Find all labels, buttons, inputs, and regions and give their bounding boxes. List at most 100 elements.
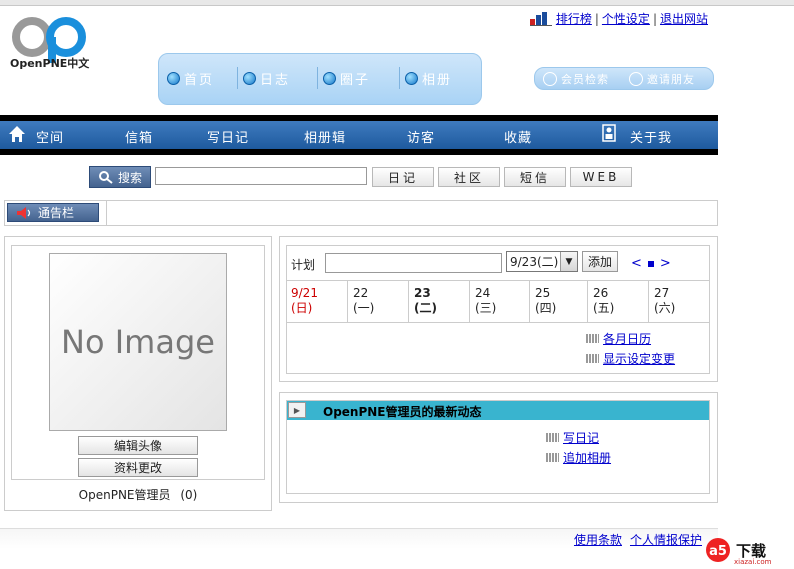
search-icon: [98, 171, 113, 184]
nav-diary-label: 日志: [260, 73, 291, 88]
top-links: 排行榜 | 个性设定 | 退出网站: [529, 10, 708, 27]
bullet-icon: [586, 334, 599, 343]
link-separator: |: [594, 11, 599, 26]
nav-diary[interactable]: 日志: [243, 69, 290, 88]
link-separator: |: [652, 11, 657, 26]
search-button[interactable]: 搜索: [89, 166, 151, 188]
day-weekday: (二): [414, 301, 437, 315]
menu-about[interactable]: 关于我: [630, 127, 672, 146]
bullet-icon: [323, 72, 336, 85]
edit-profile-button[interactable]: 资料更改: [78, 458, 198, 477]
monthly-calendar-link[interactable]: 各月日历: [603, 330, 651, 347]
calendar-day[interactable]: 27 (六): [649, 281, 708, 322]
nav-home-label: 首页: [184, 73, 215, 88]
home-icon: [9, 126, 25, 142]
profile-name: OpenPNE管理员 (0): [4, 486, 272, 503]
bullet-icon: [546, 433, 559, 442]
notice-box: [4, 200, 718, 226]
menu-space[interactable]: 空间: [36, 127, 64, 146]
menu-bar: 空间 信箱 写日记 相册辑 访客 收藏 关于我: [0, 115, 718, 155]
day-date: 23: [414, 286, 431, 300]
nav-home[interactable]: 首页: [167, 69, 214, 88]
notice-divider: [106, 201, 107, 225]
add-album-item: 追加相册: [546, 449, 611, 466]
bullet-icon: [546, 453, 559, 462]
profile-photo: No Image: [49, 253, 227, 431]
search-member-icon: [543, 72, 557, 86]
member-search-button[interactable]: 会员检索: [543, 71, 609, 87]
calendar-day[interactable]: 22 (一): [348, 281, 409, 322]
search-message-button[interactable]: 短信: [504, 167, 566, 187]
a5-watermark-logo: a5 下载 xiazai.com: [682, 536, 788, 566]
nav-album-label: 相册: [422, 73, 453, 88]
display-settings-link[interactable]: 显示设定变更: [603, 350, 675, 367]
search-input[interactable]: [155, 167, 367, 185]
calendar-day[interactable]: 24 (三): [470, 281, 530, 322]
prev-week-link[interactable]: <: [631, 256, 642, 271]
chevron-down-icon: ▼: [560, 252, 577, 271]
play-icon: ▶: [288, 402, 306, 418]
date-select[interactable]: 9/23(二) ▼: [506, 251, 578, 272]
terms-link[interactable]: 使用条款: [574, 531, 622, 548]
speaker-icon: [17, 206, 31, 219]
watermark-sub: xiazai.com: [734, 558, 772, 566]
svg-text:a5: a5: [709, 544, 727, 559]
day-weekday: (三): [475, 301, 497, 315]
personal-settings-link[interactable]: 个性设定: [602, 10, 650, 27]
friend-count: (0): [180, 488, 198, 502]
logout-link[interactable]: 退出网站: [660, 10, 708, 27]
notice-label-tab: 通告栏: [7, 203, 99, 222]
news-title: OpenPNE管理员的最新动态: [323, 405, 482, 419]
menu-album[interactable]: 相册辑: [304, 127, 346, 146]
menu-favorites[interactable]: 收藏: [504, 127, 532, 146]
menu-write-diary[interactable]: 写日记: [207, 127, 249, 146]
invite-friend-label: 邀请朋友: [647, 73, 695, 86]
day-weekday: (日): [291, 301, 313, 315]
day-weekday: (六): [654, 301, 676, 315]
nav-album[interactable]: 相册: [405, 69, 452, 88]
ranking-link[interactable]: 排行榜: [556, 10, 592, 27]
bullet-icon: [586, 354, 599, 363]
day-date: 22: [353, 286, 369, 300]
person-icon: [602, 124, 616, 142]
day-date: 9/21: [291, 286, 318, 300]
search-community-button[interactable]: 社区: [438, 167, 500, 187]
plan-label: 计划: [291, 258, 316, 272]
day-weekday: (四): [535, 301, 557, 315]
calendar-day[interactable]: 25 (四): [530, 281, 588, 322]
bullet-icon: [243, 72, 256, 85]
day-weekday: (一): [353, 301, 375, 315]
notice-label: 通告栏: [38, 206, 75, 220]
next-week-link[interactable]: >: [660, 256, 671, 271]
no-image-text: No Image: [61, 323, 215, 361]
calendar-day[interactable]: 9/21 (日): [286, 281, 348, 322]
add-plan-button[interactable]: 添加: [582, 251, 618, 272]
day-date: 26: [593, 286, 609, 300]
search-diary-button[interactable]: 日记: [372, 167, 434, 187]
edit-photo-button[interactable]: 编辑头像: [78, 436, 198, 455]
monthly-calendar-item: 各月日历: [586, 330, 651, 347]
menu-inbox[interactable]: 信箱: [125, 127, 153, 146]
person-icon: [629, 72, 643, 86]
search-web-button[interactable]: WEB: [570, 167, 632, 187]
calendar-day[interactable]: 26 (五): [588, 281, 649, 322]
member-search-label: 会员检索: [561, 73, 609, 86]
calendar-day-today[interactable]: 23 (二): [409, 281, 470, 322]
search-button-label: 搜索: [117, 170, 142, 185]
bullet-icon: [167, 72, 180, 85]
current-week-icon[interactable]: [647, 260, 654, 267]
date-select-value: 9/23(二): [510, 255, 559, 269]
plan-input[interactable]: [325, 253, 502, 273]
menu-visitors[interactable]: 访客: [407, 127, 435, 146]
nav-community-label: 圈子: [340, 73, 371, 88]
invite-friend-button[interactable]: 邀请朋友: [629, 71, 695, 87]
add-album-link[interactable]: 追加相册: [563, 449, 611, 466]
day-date: 25: [535, 286, 551, 300]
browser-tab-strip: [0, 0, 794, 6]
nav-community[interactable]: 圈子: [323, 69, 370, 88]
calendar-nav: < >: [631, 256, 671, 271]
ranking-icon: [529, 11, 552, 26]
day-weekday: (五): [593, 301, 615, 315]
profile-name-text[interactable]: OpenPNE管理员: [79, 488, 171, 502]
write-diary-link[interactable]: 写日记: [563, 429, 599, 446]
